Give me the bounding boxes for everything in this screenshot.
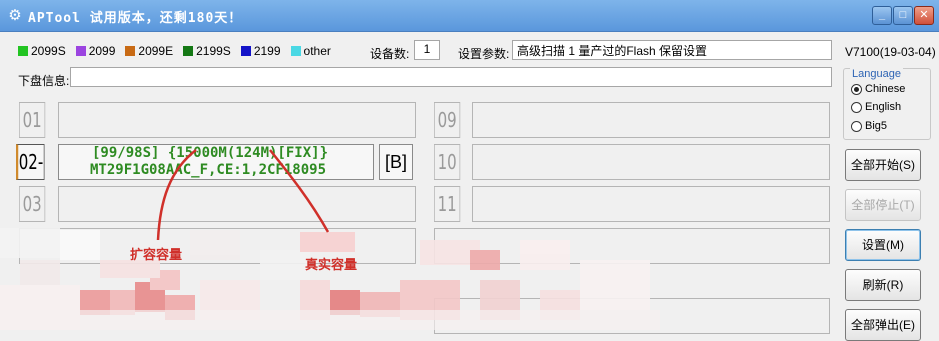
expanded-capacity-arrow [156, 149, 197, 241]
annotation-arrows [156, 149, 330, 241]
expanded-capacity-annotation: 扩容容量 [130, 247, 183, 262]
real-capacity-annotation: 真实容量 [305, 257, 358, 272]
real-capacity-arrow [269, 149, 330, 233]
